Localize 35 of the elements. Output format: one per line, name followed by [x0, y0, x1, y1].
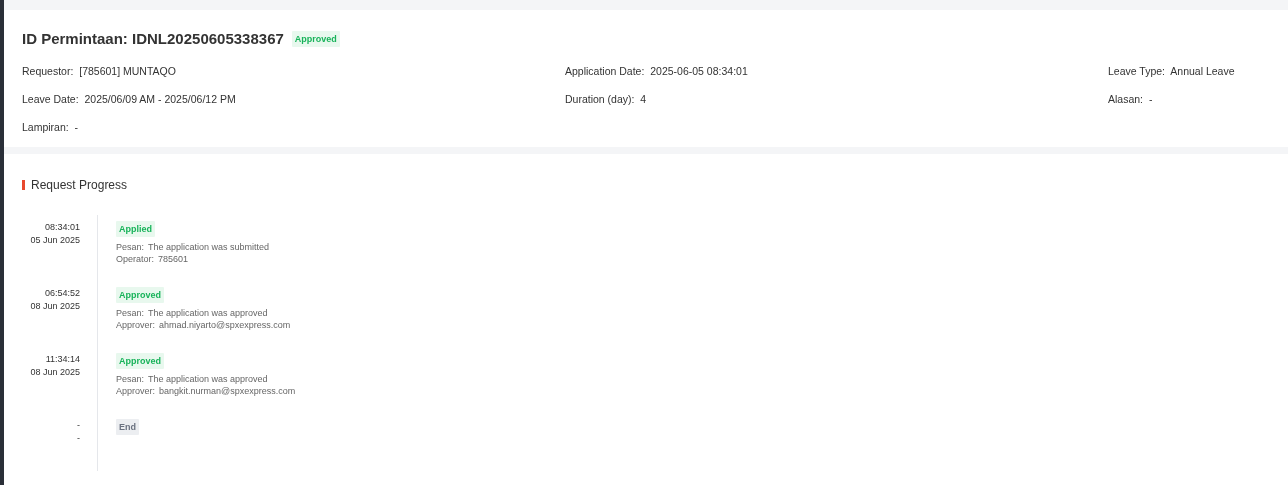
step-date: -	[76, 431, 80, 445]
detail-label: Pesan:	[116, 306, 145, 319]
step-date: 05 Jun 2025	[29, 233, 80, 247]
detail-label: Pesan:	[116, 240, 145, 253]
status-badge: Approved	[116, 352, 164, 369]
detail-label: Approver:	[116, 318, 156, 331]
detail-value: 785601	[158, 252, 189, 265]
accent-bar	[22, 179, 25, 190]
info-field: Application Date: 2025-06-05 08:34:01	[565, 64, 748, 77]
info-field: Lampiran: -	[22, 120, 79, 133]
detail-label: Pesan:	[116, 372, 145, 385]
detail-value: The application was approved	[148, 372, 268, 385]
step-time: 06:54:52	[43, 286, 80, 300]
detail-value: The application was submitted	[148, 240, 270, 253]
step-time: 11:34:14	[44, 352, 80, 366]
status-badge: Applied	[116, 220, 155, 237]
detail-value: The application was approved	[148, 306, 268, 319]
step-time: 08:34:01	[43, 220, 80, 234]
info-field: Leave Type: Annual Leave	[1108, 64, 1235, 77]
step-date: 08 Jun 2025	[29, 299, 80, 313]
detail-label: Operator:	[116, 252, 155, 265]
info-field: Alasan: -	[1108, 92, 1153, 105]
status-badge: Approved	[116, 286, 164, 303]
info-field: Duration (day): 4	[565, 92, 647, 105]
step-time: -	[76, 418, 80, 432]
detail-value: bangkit.nurman@spxexpress.com	[159, 384, 296, 397]
step-date: 08 Jun 2025	[29, 365, 80, 379]
detail-label: Approver:	[116, 384, 156, 397]
status-badge: Approved	[291, 31, 340, 48]
status-badge: End	[116, 418, 139, 435]
detail-value: ahmad.niyarto@spxexpress.com	[159, 318, 291, 331]
info-field: Requestor: [785601] MUNTAQO	[22, 64, 176, 77]
section-title: Request Progress	[31, 176, 128, 194]
info-field: Leave Date: 2025/06/09 AM - 2025/06/12 PM	[22, 92, 236, 105]
request-title: ID Permintaan: IDNL20250605338367	[22, 29, 284, 49]
